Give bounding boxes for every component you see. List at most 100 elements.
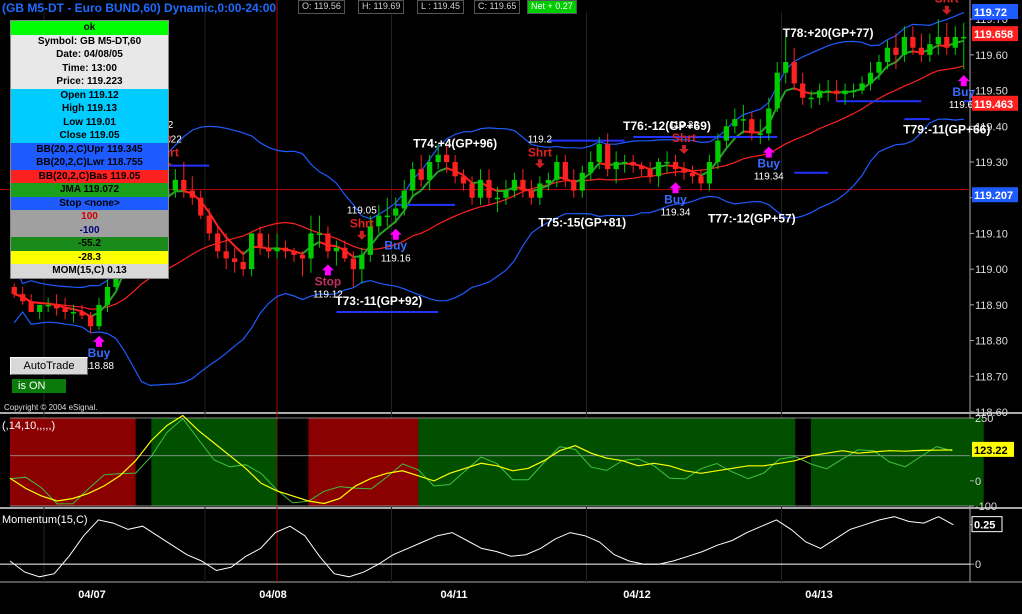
- signal-label: Shrt: [350, 217, 374, 231]
- candle-body: [537, 183, 543, 198]
- candle-body: [613, 162, 619, 170]
- info-row: Time: 13:00: [11, 61, 168, 75]
- candle-body: [28, 301, 34, 312]
- price-tag-label: 119.207: [974, 190, 1013, 202]
- candle-body: [817, 90, 823, 98]
- candle-body: [859, 83, 865, 91]
- price-tag-label: 119.72: [974, 7, 1007, 19]
- candle-body: [37, 304, 43, 312]
- info-row: BB(20,2,C)Bas 119.05: [11, 169, 168, 183]
- candle-body: [401, 190, 407, 209]
- autotrade-button[interactable]: AutoTrade: [10, 357, 88, 375]
- x-tick-label: 04/12: [623, 589, 651, 601]
- oscillator-zone: [701, 418, 796, 506]
- candle-body: [503, 190, 509, 198]
- candle-body: [723, 126, 730, 141]
- candle-body: [732, 119, 738, 127]
- candle-body: [443, 154, 450, 162]
- candle-body: [181, 179, 187, 191]
- signal-price: 119.05: [347, 206, 377, 217]
- y-tick-label: 119.30: [975, 157, 1008, 169]
- candle-body: [427, 162, 433, 180]
- osc-tick-label: -100: [975, 501, 997, 513]
- candle-body: [274, 247, 280, 252]
- candle-body: [791, 62, 797, 84]
- candle-body: [961, 37, 967, 39]
- candle-body: [850, 90, 857, 93]
- candle-body: [833, 90, 840, 95]
- candle-body: [486, 179, 492, 198]
- info-row: Low 119.01: [11, 115, 168, 129]
- candle-body: [215, 233, 221, 252]
- candle-body: [808, 97, 814, 100]
- y-tick-label: 118.70: [975, 371, 1008, 383]
- candle-body: [45, 304, 51, 307]
- y-tick-label: 119.00: [975, 264, 1008, 276]
- info-row: Symbol: GB M5-DT,60: [11, 34, 168, 48]
- candle-body: [79, 312, 85, 316]
- copyright-text: Copyright © 2004 eSignal.: [4, 403, 98, 412]
- info-row: -100: [11, 223, 168, 237]
- signal-price: 119.2: [528, 134, 553, 145]
- candle-body: [291, 251, 297, 255]
- candle-body: [376, 215, 382, 227]
- y-tick-label: 118.90: [975, 300, 1008, 312]
- trade-annotation: T77:-12(GP+57): [708, 212, 796, 226]
- candle-body: [783, 62, 789, 73]
- candle-body: [172, 179, 178, 191]
- candle-body: [588, 162, 594, 173]
- candle-body: [232, 258, 238, 262]
- ohlc-high: H: 119.69: [358, 0, 405, 14]
- osc-value-label: 123.22: [974, 445, 1008, 457]
- signal-label: Buy: [88, 346, 111, 360]
- candle-body: [740, 119, 746, 121]
- candle-body: [282, 247, 289, 252]
- candle-body: [918, 47, 924, 55]
- candle-body: [927, 44, 933, 55]
- momentum-title: Momentum(15,C): [2, 514, 88, 526]
- signal-price: 119.34: [661, 207, 691, 218]
- autotrade-status: is ON: [12, 379, 66, 393]
- candle-body: [265, 247, 272, 252]
- info-row: -28.3: [11, 250, 168, 264]
- signal-label: Shrt: [528, 145, 552, 159]
- candle-body: [62, 308, 68, 312]
- info-row: Stop <none>: [11, 196, 168, 210]
- x-tick-label: 04/07: [78, 589, 106, 601]
- signal-price: 119.34: [754, 172, 784, 183]
- candle-body: [418, 169, 424, 180]
- candle-body: [384, 215, 390, 218]
- osc-tick-label: 0: [975, 476, 981, 488]
- candle-body: [545, 179, 551, 184]
- candle-body: [206, 215, 212, 234]
- x-tick-label: 04/13: [805, 589, 833, 601]
- info-row: JMA 119.072: [11, 183, 168, 197]
- candle-body: [825, 90, 831, 93]
- signal-label: Shrt: [935, 0, 959, 6]
- jma-segment: [39, 302, 49, 305]
- info-row: ok: [11, 21, 168, 35]
- signal-label: Shrt: [672, 131, 696, 145]
- price-tag-label: 119.658: [974, 29, 1013, 41]
- info-row: -55.2: [11, 237, 168, 251]
- candle-body: [884, 47, 891, 62]
- candle-body: [944, 37, 950, 48]
- oscillator-zone: [669, 418, 702, 506]
- candle-body: [198, 197, 204, 216]
- candle-body: [571, 179, 577, 191]
- candle-body: [655, 162, 662, 177]
- candle-body: [70, 312, 77, 314]
- candle-body: [393, 208, 399, 216]
- chart-title: (GB M5-DT - Euro BUND,60) Dynamic,0:00-2…: [2, 1, 277, 15]
- candle-body: [248, 233, 255, 270]
- signal-label: Buy: [384, 239, 407, 253]
- x-tick-label: 04/08: [259, 589, 287, 601]
- info-row: BB(20,2,C)Lwr 118.755: [11, 156, 168, 170]
- oscillator-zone: [308, 418, 419, 506]
- candle-body: [715, 140, 721, 162]
- candle-body: [698, 176, 704, 184]
- candle-body: [706, 162, 713, 184]
- info-row: BB(20,2,C)Upr 119.345: [11, 142, 168, 156]
- ohlc-open: O: 119.56: [298, 0, 345, 14]
- candle-body: [562, 162, 568, 180]
